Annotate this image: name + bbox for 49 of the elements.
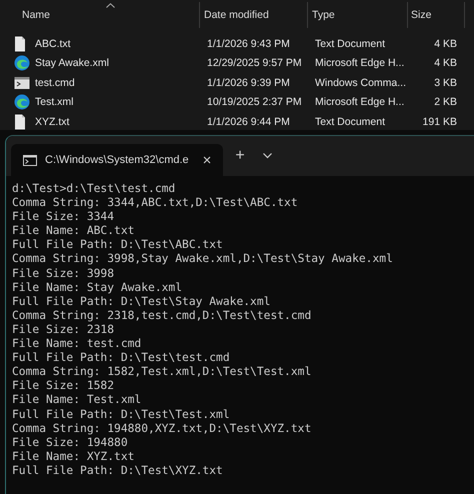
date-cell-text: 1/1/2026 9:39 PM [206, 76, 291, 88]
console-line: Comma String: 194880,XYZ.txt,D:\Test\XYZ.txt [12, 422, 312, 436]
console-line: Full File Path: D:\Test\ABC.txt [12, 238, 224, 252]
column-header[interactable]: Size [408, 2, 465, 28]
file-name[interactable]: ABC.txt [0, 36, 200, 52]
type-cell-text: Microsoft Edge H... [314, 96, 406, 108]
console-line: File Size: 2318 [12, 322, 116, 338]
tab-title: C:\Windows\System32\cmd.e [45, 154, 189, 166]
size-cell-text: 4 KB [433, 57, 458, 69]
console-line: Full File Path: D:\Test\Test.xml [12, 408, 231, 422]
console-line: File Size: 3344 [12, 210, 116, 224]
console-line: File Name: test.cmd [12, 337, 142, 352]
size-cell-text: 191 KB [422, 116, 458, 128]
console-line: File Name: Test.xml [12, 393, 142, 408]
console-line: Full File Path: D:\Test\XYZ.txt [12, 464, 224, 478]
date-cell-text: 10/19/2025 2:37 PM [206, 96, 303, 108]
console-line: Comma String: 3344,ABC.txt,D:\Test\ABC.txt [12, 196, 299, 210]
console-line: File Name: Stay Awake.xml [12, 280, 184, 295]
column-header[interactable]: Date modified [200, 2, 308, 28]
console-line: Full File Path: D:\Test\test.cmd [12, 351, 231, 366]
console-line: File Name: ABC.txt [12, 224, 136, 238]
size-cell-text: 2 KB [433, 96, 458, 108]
type-cell-text: Text Document [314, 116, 386, 128]
file-name[interactable]: Test.xml [0, 94, 200, 110]
date-cell-text: 1/1/2026 9:43 PM [206, 38, 291, 50]
type-cell-text: Microsoft Edge H... [314, 57, 406, 69]
size-cell-text: 4 KB [433, 38, 458, 50]
console-line: File Size: 1582 [12, 379, 116, 394]
date-cell-text: 1/1/2026 9:44 PM [206, 116, 291, 128]
column-header[interactable]: Name [0, 2, 200, 28]
console-line: d:\Test>d:\Test\test.cmd [12, 182, 176, 196]
type-cell-text: Windows Comma... [314, 76, 408, 88]
size-cell-text: 3 KB [433, 76, 458, 88]
new-tab-button[interactable]: + [235, 147, 245, 165]
file-name[interactable]: Stay Awake.xml [0, 55, 200, 71]
console-line: Full File Path: D:\Test\Stay Awake.xml [12, 294, 272, 309]
console-line: Comma String: 1582,Test.xml,D:\Test\Test.xml [12, 365, 312, 380]
file-name[interactable]: XYZ.txt [0, 114, 200, 130]
date-cell-text: 12/29/2025 9:57 PM [206, 57, 303, 69]
console-line: Comma String: 3998,Stay Awake.xml,D:\Test\Stay Awake.xml [12, 252, 394, 267]
terminal-tab[interactable]: C:\Windows\System32\cmd.e × [11, 144, 224, 176]
console-line: File Size: 194880 [12, 436, 129, 450]
close-button[interactable]: × [202, 152, 212, 168]
console-line: Comma String: 2318,test.cmd,D:\Test\test.cmd [12, 308, 312, 323]
console-line: File Size: 3998 [12, 266, 116, 281]
column-header[interactable]: Type [308, 2, 408, 28]
type-cell-text: Text Document [314, 38, 386, 50]
console-line: File Name: XYZ.txt [12, 450, 136, 464]
file-name[interactable]: test.cmd [0, 74, 200, 90]
